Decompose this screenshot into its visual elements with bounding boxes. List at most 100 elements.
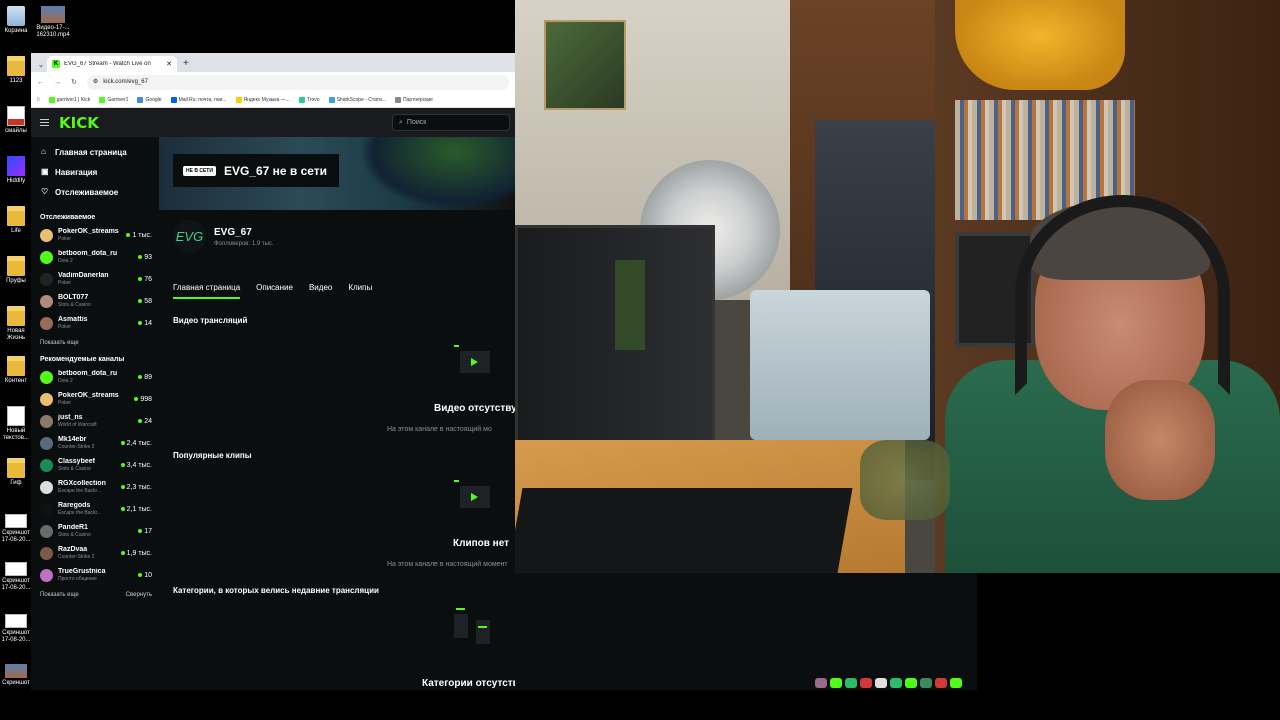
sidebar-channel[interactable]: VadimDanerlan Poker 76: [31, 268, 159, 290]
kick-favicon-icon: K: [52, 60, 60, 68]
site-info-icon[interactable]: ⚙: [93, 75, 98, 90]
channel-category: Slots & Casino: [58, 466, 91, 472]
desktop-icon-video-file[interactable]: Видео-17-... 162310.mp4: [36, 6, 70, 39]
desktop-icon-hiddify[interactable]: Hiddify: [1, 156, 31, 185]
sidebar-channel[interactable]: RazDvaa Counter-Strike 2 1,9 тыс.: [31, 542, 159, 564]
search-input[interactable]: ⌕ Поиск: [392, 114, 510, 131]
headphones: [1015, 195, 1230, 395]
bookmark-item[interactable]: Партнерские: [395, 96, 433, 103]
video-file-icon: [41, 6, 65, 23]
emote-icon[interactable]: [830, 678, 842, 688]
desktop-icon-proofs[interactable]: Пруфы: [1, 256, 31, 285]
kick-logo[interactable]: KICK: [59, 114, 99, 132]
url-field[interactable]: ⚙ kick.com/evg_67: [86, 74, 509, 90]
sidebar-channel[interactable]: betboom_dota_ru Dota 2 93: [31, 246, 159, 268]
desktop-icon-1123[interactable]: 1123: [1, 56, 31, 85]
person-hand: [1105, 380, 1215, 500]
bookmark-item[interactable]: Mail.Ru: почта, пои...: [170, 96, 227, 103]
kick-header: KICK ⌕ Поиск: [31, 108, 515, 137]
empty-videos-icon: [454, 345, 494, 385]
following-list: PokerOK_streams Poker 1 тыс. betboom_dota_r…: [31, 224, 159, 334]
bookmark-favicon-icon: [137, 96, 144, 103]
desktop-icon-screenshot-4[interactable]: Скриншот: [1, 664, 31, 687]
webcam-feed: [515, 0, 1280, 573]
emote-row: [815, 678, 962, 688]
desktop-icon-life[interactable]: Life: [1, 206, 31, 235]
sidebar-channel[interactable]: BOLT077 Slots & Casino 58: [31, 290, 159, 312]
tab-search-icon[interactable]: ⌄: [35, 57, 47, 72]
menu-icon[interactable]: [40, 119, 49, 126]
close-tab-icon[interactable]: ✕: [166, 60, 172, 68]
emote-icon[interactable]: [845, 678, 857, 688]
sidebar-channel[interactable]: PokerOK_streams Poker 998: [31, 388, 159, 410]
tab-about[interactable]: Описание: [256, 283, 293, 299]
sidebar-channel[interactable]: TrueGrustnica Просто общение 10: [31, 564, 159, 586]
channel-avatar: [40, 414, 53, 428]
sidebar-channel[interactable]: PokerOK_streams Poker 1 тыс.: [31, 224, 159, 246]
browser-tab[interactable]: K EVG_67 Stream - Watch Live on ✕: [47, 56, 177, 72]
live-dot-icon: [138, 255, 143, 259]
show-more-recommended: Показать еще Свернуть: [31, 586, 159, 604]
tab-home[interactable]: Главная страница: [173, 283, 241, 299]
desktop-icon-screenshot-3[interactable]: Скриншот 17-08-20...: [1, 614, 31, 644]
bookmark-item[interactable]: Garrtver1: [99, 96, 128, 103]
desktop-icon-smiles[interactable]: смайлы: [1, 106, 31, 135]
sidebar-channel[interactable]: Raregods Escape the Backr... 2,1 тыс.: [31, 498, 159, 520]
emote-icon[interactable]: [935, 678, 947, 688]
show-more-button[interactable]: Показать еще: [40, 586, 79, 604]
desktop-icon-content[interactable]: Контент: [1, 356, 31, 385]
sidebar-channel[interactable]: PandeR1 Slots & Casino 17: [31, 520, 159, 542]
channel-avatar[interactable]: EVG: [173, 220, 206, 253]
channel-avatar: [40, 480, 53, 494]
url-text: kick.com/evg_67: [103, 78, 148, 85]
collapse-button[interactable]: Свернуть: [126, 586, 152, 604]
offline-text: EVG_67 не в сети: [223, 163, 328, 178]
emote-icon[interactable]: [950, 678, 962, 688]
channel-name: Asmattis: [58, 316, 88, 323]
bookmark-item[interactable]: Яндекс Музыка —...: [235, 96, 290, 103]
channel-avatar: [40, 524, 53, 538]
desktop-icon-screenshot-1[interactable]: Скриншот 17-08-20...: [1, 514, 31, 544]
channel-name: PandeR1: [58, 524, 88, 531]
emote-icon[interactable]: [815, 678, 827, 688]
sidebar-channel[interactable]: Classybeef Slots & Casino 3,4 тыс.: [31, 454, 159, 476]
forward-icon[interactable]: →: [54, 79, 61, 86]
sidebar-channel[interactable]: RGXcollection Escape the Backr... 2,3 тыс.: [31, 476, 159, 498]
bookmark-item[interactable]: Google: [137, 96, 162, 103]
emote-icon[interactable]: [860, 678, 872, 688]
desktop-icon-new-life[interactable]: Новая Жизнь: [1, 306, 31, 342]
desktop-icon-new-text[interactable]: Новый текстов...: [1, 406, 31, 442]
new-tab-icon[interactable]: +: [183, 56, 189, 72]
channel-avatar: [40, 272, 53, 286]
viewer-count: 1 тыс.: [126, 232, 152, 239]
sidebar-channel[interactable]: betboom_dota_ru Dota 2 89: [31, 366, 159, 388]
bookmark-item[interactable]: garrtver1 | Kick: [48, 96, 90, 103]
sidebar-channel[interactable]: just_ns World of Warcraft 24: [31, 410, 159, 432]
channel-name: PokerOK_streams: [58, 228, 119, 235]
nav-browse[interactable]: ▣ Навигация: [31, 162, 159, 182]
show-more-following[interactable]: Показать еще: [31, 334, 159, 352]
desktop-icon-gif[interactable]: Гиф: [1, 458, 31, 487]
empty-clips-icon: [454, 480, 494, 520]
tab-videos[interactable]: Видео: [309, 283, 332, 299]
back-icon[interactable]: ←: [37, 79, 44, 86]
emote-icon[interactable]: [905, 678, 917, 688]
desktop-icon-recycle-bin[interactable]: Корзина: [1, 6, 31, 35]
image-file-icon: [5, 514, 27, 528]
sidebar-channel[interactable]: Asmattis Poker 14: [31, 312, 159, 334]
nav-following[interactable]: ♡ Отслеживаемое: [31, 182, 159, 202]
nav-home[interactable]: ⌂ Главная страница: [31, 142, 159, 162]
tab-clips[interactable]: Клипы: [348, 283, 372, 299]
channel-category: Poker: [58, 400, 72, 406]
emote-icon[interactable]: [920, 678, 932, 688]
videos-empty-subtitle: На этом канале в настоящий мо: [387, 426, 492, 433]
emote-icon[interactable]: [890, 678, 902, 688]
sidebar-channel[interactable]: Mk14ebr Counter-Strike 2 2,4 тыс.: [31, 432, 159, 454]
emote-icon[interactable]: [875, 678, 887, 688]
recommended-list: betboom_dota_ru Dota 2 89 PokerOK_streams Po…: [31, 366, 159, 586]
desktop-icon-screenshot-2[interactable]: Скриншот 17-08-20...: [1, 562, 31, 592]
bookmark-item[interactable]: SharkScope - Стати...: [328, 96, 386, 103]
apps-icon[interactable]: ⁞⁞: [37, 97, 40, 103]
bookmark-item[interactable]: Trovo: [298, 96, 320, 103]
reload-icon[interactable]: ↻: [71, 78, 77, 86]
